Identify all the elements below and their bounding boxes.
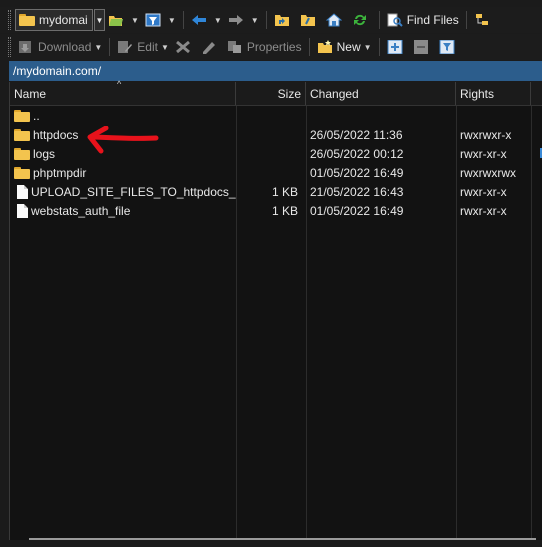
toolbar-separator xyxy=(378,38,380,56)
column-header-size[interactable]: Size xyxy=(236,82,306,105)
download-label: Download xyxy=(38,40,92,54)
open-folder-icon xyxy=(108,13,124,27)
plus-icon xyxy=(387,39,403,55)
file-rows: .. httpdocs 26/05/2022 11:36 rwxrwxr-x l… xyxy=(10,106,542,220)
folder-icon xyxy=(14,147,30,160)
home-icon xyxy=(325,13,343,27)
file-rights: rwxrwxrwx xyxy=(460,165,516,180)
toolbar-grip[interactable] xyxy=(8,10,11,30)
folder-icon xyxy=(14,166,30,179)
column-header-name[interactable]: ^ Name xyxy=(10,79,236,105)
edit-icon xyxy=(117,40,133,54)
new-icon xyxy=(317,40,333,54)
new-button[interactable]: New ▼ xyxy=(314,36,375,58)
unselect-button[interactable] xyxy=(410,36,436,58)
file-rights: rwxr-xr-x xyxy=(460,184,507,199)
file-name: httpdocs xyxy=(33,127,79,142)
delete-icon xyxy=(175,40,191,54)
refresh-icon xyxy=(352,13,368,27)
select-button[interactable] xyxy=(384,36,410,58)
file-name: logs xyxy=(33,146,56,161)
filter-button[interactable]: ▼ xyxy=(142,9,179,31)
parent-dir-icon xyxy=(274,13,290,27)
rename-icon xyxy=(201,40,217,54)
properties-button[interactable]: Properties xyxy=(224,36,305,58)
folder-icon xyxy=(14,128,30,141)
refresh-button[interactable] xyxy=(349,9,375,31)
edit-button[interactable]: Edit ▼ xyxy=(114,36,172,58)
horizontal-scrollbar[interactable] xyxy=(29,538,536,540)
back-button[interactable]: ▼ xyxy=(188,9,225,31)
file-icon xyxy=(17,203,28,218)
tree-icon xyxy=(474,13,490,27)
file-name: webstats_auth_file xyxy=(31,203,131,218)
red-arrow-annotation xyxy=(87,126,159,154)
file-rights: rwxr-xr-x xyxy=(460,146,507,161)
new-label: New xyxy=(336,40,361,54)
filter-select-button[interactable] xyxy=(436,36,462,58)
properties-icon xyxy=(227,40,243,54)
column-header-rights[interactable]: Rights xyxy=(456,82,531,105)
edit-label: Edit xyxy=(137,40,158,54)
tree-view-button[interactable] xyxy=(471,9,497,31)
parent-directory-button[interactable] xyxy=(271,9,297,31)
drive-dropdown-button[interactable]: ▼ xyxy=(94,9,105,31)
main-toolbar: mydomai ▼ ▼ ▼ ▼ ▼ Find Files xyxy=(0,7,542,33)
root-dir-icon xyxy=(300,13,316,27)
column-header-changed[interactable]: Changed xyxy=(306,82,456,105)
file-changed: 21/05/2022 16:43 xyxy=(310,184,404,199)
file-changed: 01/05/2022 16:49 xyxy=(310,203,404,218)
file-name: .. xyxy=(33,108,40,123)
file-list-header: ^ Name Size Changed Rights xyxy=(10,79,542,106)
file-changed: 26/05/2022 00:12 xyxy=(310,146,404,161)
toolbar-separator xyxy=(109,38,111,56)
toolbar-separator xyxy=(465,11,467,29)
table-row[interactable]: .. xyxy=(10,106,542,125)
find-files-button[interactable]: Find Files xyxy=(384,9,462,31)
properties-label: Properties xyxy=(246,40,302,54)
select-filter-icon xyxy=(439,39,455,55)
delete-button[interactable] xyxy=(172,36,198,58)
file-size: 1 KB xyxy=(271,203,298,218)
parent-dir-icon xyxy=(14,109,30,122)
file-rights: rwxrwxr-x xyxy=(460,127,512,142)
find-files-icon xyxy=(387,13,403,27)
minus-icon xyxy=(413,40,429,54)
root-directory-button[interactable] xyxy=(297,9,323,31)
current-path-bar[interactable]: /mydomain.com/ xyxy=(9,61,542,81)
rename-button[interactable] xyxy=(198,36,224,58)
file-changed: 01/05/2022 16:49 xyxy=(310,165,404,180)
table-row[interactable]: UPLOAD_SITE_FILES_TO_httpdocs_F... 1 KB … xyxy=(10,182,542,201)
file-name: UPLOAD_SITE_FILES_TO_httpdocs_F... xyxy=(31,184,236,199)
forward-button[interactable]: ▼ xyxy=(225,9,262,31)
table-row[interactable]: phptmpdir 01/05/2022 16:49 rwxrwxrwx xyxy=(10,163,542,182)
file-icon xyxy=(17,184,28,199)
home-directory-button[interactable] xyxy=(323,9,349,31)
file-name: phptmpdir xyxy=(33,165,87,180)
toolbar-grip[interactable] xyxy=(8,37,11,57)
toolbar-separator xyxy=(308,38,310,56)
download-icon xyxy=(18,40,34,54)
toolbar-separator xyxy=(265,11,267,29)
toolbar-separator xyxy=(378,11,380,29)
back-arrow-icon xyxy=(191,13,207,27)
forward-arrow-icon xyxy=(228,13,244,27)
file-rights: rwxr-xr-x xyxy=(460,203,507,218)
open-directory-button[interactable]: ▼ xyxy=(105,9,142,31)
drive-selector[interactable]: mydomai xyxy=(15,9,93,31)
file-actions-toolbar: Download ▼ Edit ▼ Properties New ▼ xyxy=(0,34,542,60)
folder-icon xyxy=(19,14,35,26)
toolbar-separator xyxy=(182,11,184,29)
drive-selector-value: mydomai xyxy=(39,13,88,27)
table-row[interactable]: webstats_auth_file 1 KB 01/05/2022 16:49… xyxy=(10,201,542,220)
filter-icon xyxy=(145,13,161,27)
sort-ascending-icon: ^ xyxy=(117,79,122,89)
file-changed: 26/05/2022 11:36 xyxy=(310,127,403,142)
download-button[interactable]: Download ▼ xyxy=(15,36,105,58)
file-size: 1 KB xyxy=(271,184,298,199)
find-files-label: Find Files xyxy=(406,13,459,27)
